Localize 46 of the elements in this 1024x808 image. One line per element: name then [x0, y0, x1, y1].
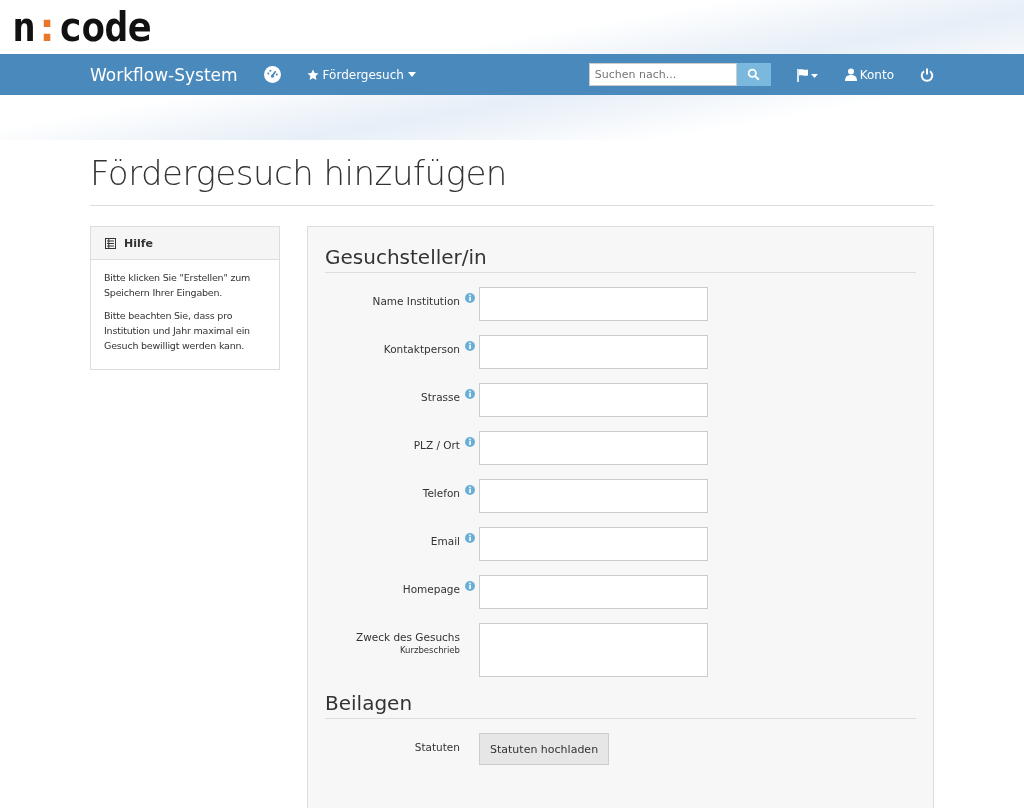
- text-input[interactable]: [479, 335, 708, 369]
- field-hint: Kurzbeschrieb: [399, 645, 460, 655]
- help-text: Bitte beachten Sie, dass pro Institution und Jahr maximal ein Gesuch bewilligt werden kann.: [104, 309, 251, 353]
- info-icon[interactable]: [464, 437, 475, 447]
- help-title: Hilfe: [124, 236, 153, 250]
- field-label: Homepage: [402, 583, 460, 595]
- caret-icon: [407, 72, 416, 77]
- field-label: Strasse: [421, 391, 460, 403]
- field-label: Zweck des Gesuchs: [356, 631, 460, 643]
- field-label: PLZ / Ort: [413, 439, 460, 451]
- field-label: Telefon: [422, 487, 460, 499]
- section-heading: Gesuchsteller/in: [325, 245, 916, 273]
- text-area[interactable]: [479, 623, 708, 677]
- info-icon[interactable]: [464, 485, 475, 495]
- text-input[interactable]: [479, 479, 708, 513]
- text-input[interactable]: [479, 575, 708, 609]
- brand-link[interactable]: Workflow-System: [90, 64, 238, 85]
- help-text: Bitte klicken Sie "Erstellen" zum Speichern Ihrer Eingaben.: [104, 271, 252, 300]
- info-icon[interactable]: [464, 293, 475, 303]
- dashboard-icon[interactable]: [263, 66, 281, 83]
- menu-dropdown[interactable]: Fördergesuch: [306, 67, 416, 82]
- search-field[interactable]: Suchen nach...: [588, 63, 737, 86]
- text-input[interactable]: [479, 287, 708, 321]
- flag-dropdown-icon[interactable]: [796, 67, 819, 82]
- info-icon[interactable]: [464, 581, 475, 591]
- field-label: Name Institution: [372, 295, 460, 307]
- text-input[interactable]: [479, 527, 708, 561]
- info-icon[interactable]: [464, 341, 475, 351]
- search-button[interactable]: [736, 63, 771, 86]
- search-icon: [747, 68, 761, 81]
- info-icon[interactable]: [464, 389, 475, 399]
- user-icon: [844, 68, 857, 81]
- field-label: Kontaktperson: [383, 343, 460, 355]
- upload-button[interactable]: Statuten hochladen: [479, 733, 610, 765]
- account-link[interactable]: Konto: [844, 67, 894, 82]
- page-title: Fördergesuch hinzufügen: [90, 95, 934, 206]
- info-icon[interactable]: [464, 533, 475, 543]
- logo: n:code: [12, 7, 151, 47]
- section-heading: Beilagen: [325, 691, 916, 719]
- text-input[interactable]: [479, 383, 708, 417]
- power-icon[interactable]: [920, 67, 934, 82]
- list-icon: [105, 237, 116, 249]
- field-label: Statuten: [414, 741, 460, 753]
- field-label: Email: [430, 535, 460, 547]
- text-input[interactable]: [479, 431, 708, 465]
- star-icon: [306, 68, 319, 81]
